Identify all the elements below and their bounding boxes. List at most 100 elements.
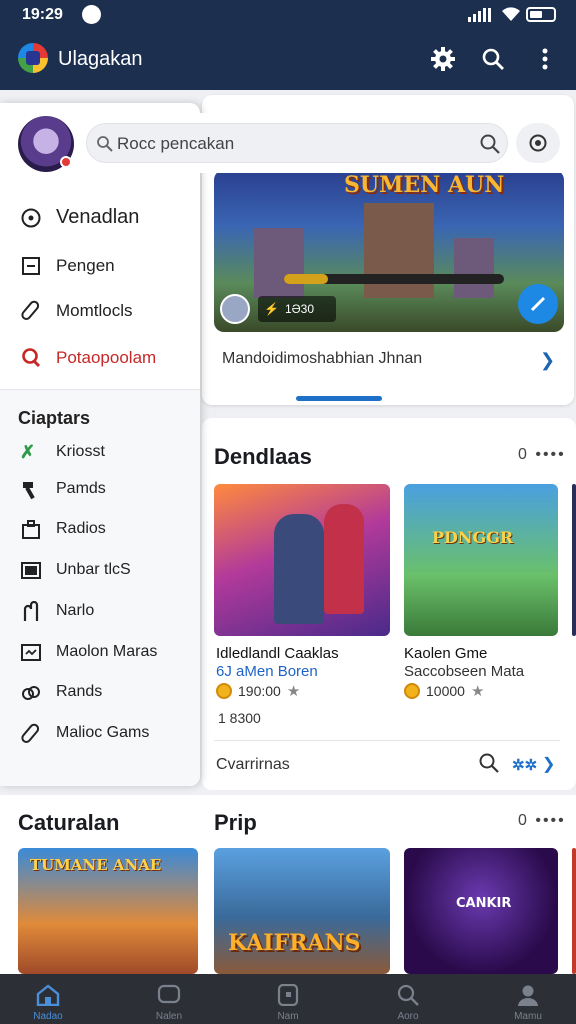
search-icon[interactable]: [478, 752, 500, 779]
voice-button[interactable]: [516, 123, 560, 163]
tile-logo: PDNGGR: [432, 528, 514, 547]
bottom-nav: Nadao Nalen Nam Aoro Mamu: [0, 974, 576, 1024]
banner-logo: KAIFRANS: [228, 930, 361, 956]
chevron-right-icon[interactable]: ❯: [542, 754, 555, 774]
wifi-icon: [502, 7, 520, 21]
featured-caption[interactable]: Mandoidimoshabhian Jhnan: [222, 350, 422, 368]
nav-label: Aoro: [397, 1011, 419, 1022]
divider: [0, 389, 200, 390]
controller-icon: [21, 644, 41, 661]
record-icon: [529, 134, 547, 152]
section-more[interactable]: 0 ••••: [518, 446, 566, 464]
tile-title: Idledlandl Caaklas: [216, 645, 339, 662]
game-banner-2[interactable]: KAIFRANS: [214, 848, 390, 974]
nav-chat[interactable]: Nalen: [119, 974, 219, 1024]
menu-label: Venadlan: [56, 206, 140, 228]
score-value: 1Ə30: [284, 302, 315, 316]
menu-item-potaopoolam[interactable]: Potaopoolam: [0, 345, 200, 371]
notification-icon: [82, 5, 101, 24]
settings-icon[interactable]: [428, 44, 458, 74]
category-label: Narlo: [56, 602, 95, 619]
lightning-icon: ⚡: [264, 302, 279, 316]
search-icon[interactable]: [479, 133, 501, 155]
progress-fill: [284, 274, 328, 284]
star-icon: ★: [470, 683, 485, 700]
nav-label: Nadao: [33, 1011, 63, 1022]
category-label: Kriosst: [56, 443, 105, 460]
divider: [214, 740, 560, 741]
game-tile-2[interactable]: PDNGGR: [404, 484, 558, 636]
app-bar: Ulagakan: [0, 30, 576, 90]
square-icon: [277, 984, 299, 1006]
rating-value: 10000: [426, 683, 465, 699]
category-item[interactable]: Malioc Gams: [0, 722, 200, 746]
status-time: 19:29: [22, 6, 63, 23]
player-avatar: [220, 294, 250, 324]
game-tile-3[interactable]: [572, 484, 576, 636]
paperclip-icon: [21, 300, 40, 320]
compass-icon: [21, 208, 41, 228]
search-input[interactable]: [117, 132, 457, 156]
home-icon: [36, 984, 60, 1006]
section-footer-link[interactable]: Cvarrirnas: [216, 756, 290, 774]
app-title: Ulagakan: [58, 48, 143, 70]
menu-item-pengen[interactable]: Pengen: [0, 253, 200, 279]
nav-label: Mamu: [514, 1011, 542, 1022]
app-logo: [18, 43, 48, 73]
pencil-icon: [530, 296, 546, 312]
score-chip: ⚡ 1Ə30: [258, 296, 336, 322]
game-banner-1[interactable]: TUMANE ANAE: [18, 848, 198, 974]
menu-label: Potaopoolam: [56, 348, 157, 367]
category-item[interactable]: Unbar tlcS: [0, 559, 200, 583]
chat-icon: [157, 984, 181, 1004]
category-item[interactable]: ✗ Kriosst: [0, 441, 200, 465]
category-item[interactable]: Radios: [0, 518, 200, 542]
status-badge: [60, 156, 72, 168]
more-vert-icon[interactable]: [530, 44, 560, 74]
section-title: Dendlaas: [214, 444, 312, 469]
coin-icon: [216, 683, 232, 699]
category-item[interactable]: Rands: [0, 681, 200, 705]
nav-home[interactable]: Nadao: [0, 974, 98, 1024]
game-banner-4[interactable]: [572, 848, 576, 974]
tile-rating: 10000 ★: [404, 682, 484, 700]
banner-logo: TUMANE ANAE: [30, 856, 162, 874]
edit-button[interactable]: [518, 284, 558, 324]
nav-search[interactable]: Aoro: [358, 974, 458, 1024]
nav-library[interactable]: Nam: [238, 974, 338, 1024]
game-tile-1[interactable]: [214, 484, 390, 636]
extra-value: 1 8300: [218, 710, 261, 726]
progress-bar: [284, 274, 504, 284]
category-label: Malioc Gams: [56, 724, 150, 741]
search-icon[interactable]: [478, 44, 508, 74]
bag-icon: [22, 520, 40, 539]
magnifier-icon: [97, 136, 113, 152]
menu-item-momtlocls[interactable]: Momtlocls: [0, 298, 200, 324]
tile-rating: 190:00 ★: [216, 682, 300, 700]
square-icon: [22, 257, 40, 275]
search-icon: [22, 348, 41, 368]
section-title: Prip: [214, 810, 257, 835]
menu-label: Momtlocls: [56, 301, 133, 320]
featured-banner[interactable]: SUMEN AUN ⚡ 1Ə30: [214, 170, 564, 332]
tile-subtitle: 6J aMen Boren: [216, 663, 318, 680]
chevron-right-icon[interactable]: ❯: [540, 350, 555, 371]
category-item[interactable]: Narlo: [0, 600, 200, 624]
menu-item-venadlan[interactable]: Venadlan: [0, 205, 200, 231]
nav-profile[interactable]: Mamu: [478, 974, 576, 1024]
menu-label: Pengen: [56, 256, 115, 275]
hammer-icon: [23, 482, 35, 500]
category-label: Radios: [56, 520, 106, 537]
monitor-icon: [21, 562, 41, 579]
user-icon: [518, 985, 538, 1006]
banner-art: [254, 228, 304, 298]
banner-art: [454, 238, 494, 298]
sparkle-icon[interactable]: ✲✲: [512, 756, 537, 774]
leaf-icon: ✗: [20, 442, 36, 462]
section-more[interactable]: 0 ••••: [518, 812, 566, 830]
category-item[interactable]: Maolon Maras: [0, 641, 200, 665]
search-bar[interactable]: [86, 123, 508, 163]
category-item[interactable]: Pamds: [0, 478, 200, 502]
paperclip-icon: [21, 723, 40, 743]
game-banner-3[interactable]: CANKIR: [404, 848, 558, 974]
